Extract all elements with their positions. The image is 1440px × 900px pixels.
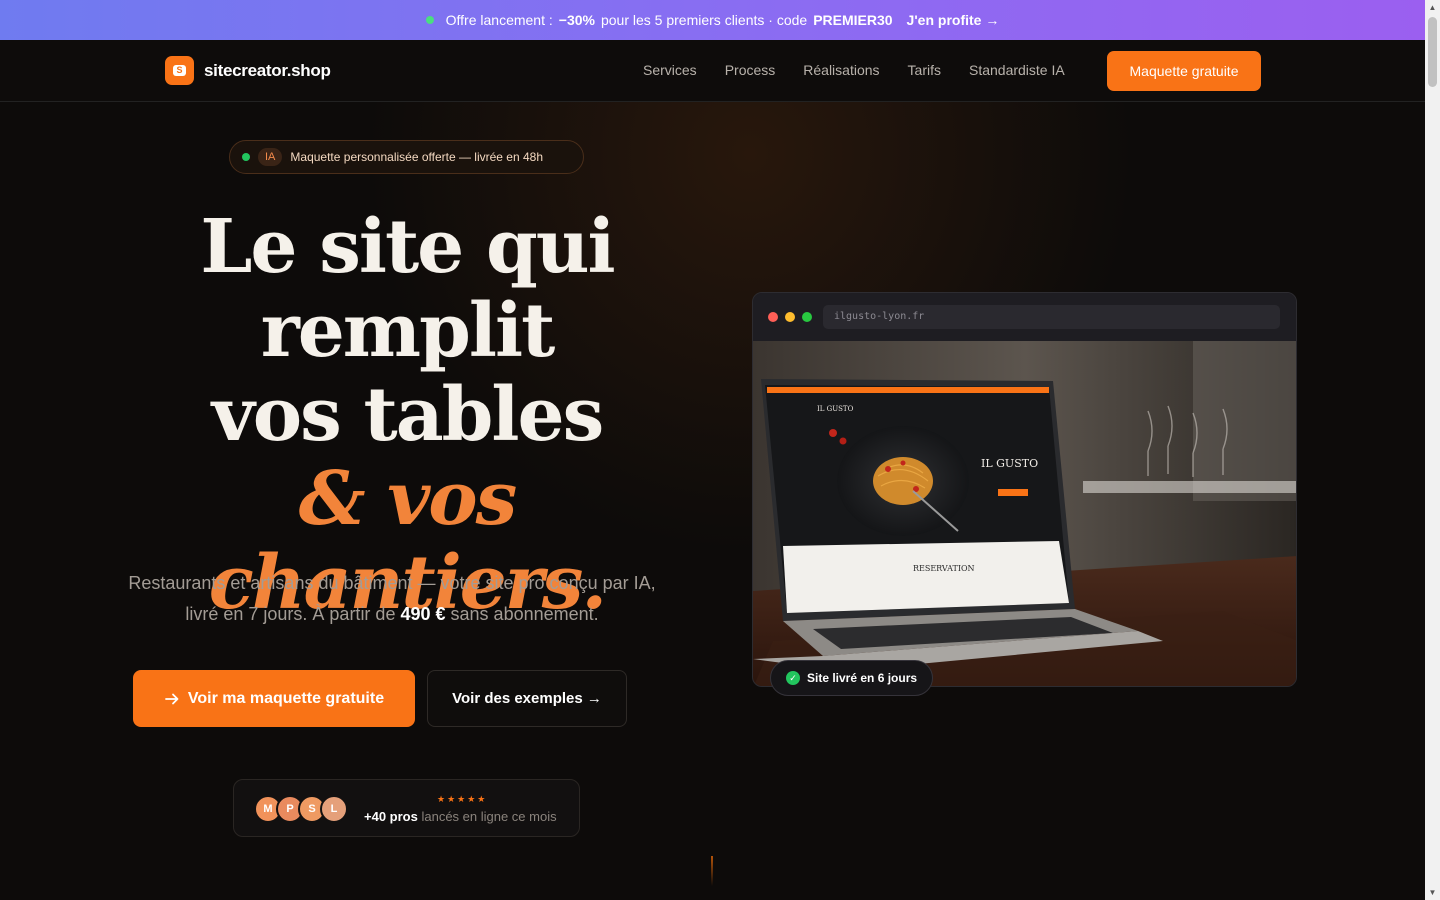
status-dot-icon	[425, 16, 434, 24]
logo[interactable]: S sitecreator.shop	[165, 56, 331, 85]
check-icon: ✓	[786, 671, 800, 685]
proof-caption: lancés en ligne ce mois	[421, 809, 557, 824]
nav-link-services[interactable]: Services	[643, 62, 697, 78]
hero-headline: Le site qui remplit vos tables & vos cha…	[100, 205, 714, 625]
nav-link-process[interactable]: Process	[725, 62, 776, 78]
nav-links: Services Process Réalisations Tarifs Sta…	[643, 62, 1065, 78]
headline-line-2: remplit	[260, 288, 556, 374]
badge-tag: IA	[258, 148, 283, 166]
browser-titlebar: ilgusto-lyon.fr	[753, 293, 1296, 341]
top-nav: S sitecreator.shop Services Process Réal…	[0, 40, 1425, 102]
laptop-preview-image: IL GUSTO IL GUSTO RESERVATION	[753, 341, 1296, 686]
delivery-badge: ✓ Site livré en 6 jours	[770, 660, 933, 696]
social-proof-card: M P S L ★★★★★ +40 pros lancés en ligne c…	[233, 779, 580, 837]
badge-text: Maquette personnalisée offerte — livrée …	[290, 150, 544, 164]
page-scrollbar[interactable]: ▲ ▼	[1425, 0, 1440, 900]
sub-price: 490 €	[400, 604, 446, 624]
hero-badge: IA Maquette personnalisée offerte — livr…	[229, 140, 584, 174]
promo-lead: Offre lancement :	[445, 12, 553, 28]
scrollbar-thumb[interactable]	[1428, 17, 1437, 87]
hero-subtitle: Restaurants et artisans du bâtiment — vo…	[124, 568, 660, 630]
close-dot-icon	[768, 312, 778, 322]
preview-hero-title: IL GUSTO	[981, 457, 1038, 470]
primary-cta-label: Voir ma maquette gratuite	[187, 689, 385, 707]
nav-link-standardiste-ia[interactable]: Standardiste IA	[969, 62, 1065, 78]
delivery-text: Site livré en 6 jours	[807, 671, 918, 685]
promo-code: PREMIER30	[813, 12, 893, 28]
scroll-up-icon[interactable]: ▲	[1425, 0, 1440, 15]
promo-mid: pour les 5 premiers clients · code	[600, 12, 808, 28]
nav-link-tarifs[interactable]: Tarifs	[908, 62, 941, 78]
maximize-dot-icon	[802, 312, 812, 322]
minimize-dot-icon	[785, 312, 795, 322]
scroll-down-icon[interactable]: ▼	[1425, 885, 1440, 900]
rating-stars-icon: ★★★★★	[437, 794, 488, 804]
live-dot-icon	[242, 153, 250, 161]
headline-line-1: Le site qui	[200, 204, 615, 290]
logo-text: sitecreator.shop	[204, 60, 331, 80]
proof-text: +40 pros lancés en ligne ce mois	[364, 809, 557, 824]
primary-cta-button[interactable]: Voir ma maquette gratuite	[133, 670, 415, 727]
nav-cta-button[interactable]: Maquette gratuite	[1107, 51, 1261, 91]
sub-part-2: sans abonnement.	[450, 604, 599, 624]
nav-link-realisations[interactable]: Réalisations	[803, 62, 879, 78]
logo-mark-icon: S	[165, 56, 194, 85]
promo-bar[interactable]: Offre lancement : −30% pour les 5 premie…	[0, 0, 1425, 40]
headline-line-3: vos tables	[211, 372, 605, 458]
proof-count: +40 pros	[364, 809, 418, 824]
promo-cta-link[interactable]: J'en profite →	[907, 12, 1000, 28]
arrow-right-icon	[165, 693, 179, 704]
preview-section-title: RESERVATION	[913, 564, 975, 573]
promo-discount: −30%	[558, 12, 595, 28]
preview-brand: IL GUSTO	[817, 405, 854, 413]
url-bar: ilgusto-lyon.fr	[823, 305, 1280, 329]
secondary-cta-button[interactable]: Voir des exemples →	[427, 670, 627, 727]
avatar: L	[320, 795, 348, 823]
scroll-indicator	[711, 856, 713, 886]
avatar-stack: M P S L	[254, 795, 354, 823]
browser-mockup: ilgusto-lyon.fr IL GUSTO IL GUSTO RESERV…	[752, 292, 1297, 687]
